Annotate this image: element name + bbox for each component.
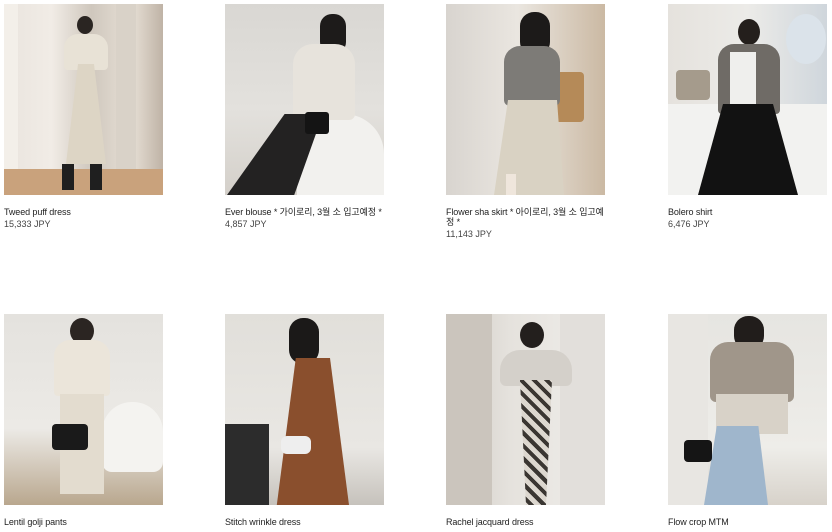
product-name[interactable]: Tweed puff dress	[4, 207, 164, 217]
product-image[interactable]	[225, 314, 384, 505]
product-name[interactable]: Ever blouse * 가이로리, 3월 소 입고예정 *	[225, 207, 385, 217]
product-image[interactable]	[668, 4, 827, 195]
product-price: 6,476 JPY	[668, 219, 710, 229]
product-name[interactable]: Rachel jacquard dress	[446, 517, 606, 527]
product-image[interactable]	[446, 314, 605, 505]
product-name[interactable]: Bolero shirt	[668, 207, 828, 217]
product-card[interactable]: Stitch wrinkle dress	[225, 314, 385, 529]
product-image[interactable]	[225, 4, 384, 195]
product-card[interactable]: Tweed puff dress 15,333 JPY	[4, 4, 164, 230]
product-price: 11,143 JPY	[446, 229, 492, 239]
product-image[interactable]	[4, 4, 163, 195]
product-image[interactable]	[4, 314, 163, 505]
product-card[interactable]: Ever blouse * 가이로리, 3월 소 입고예정 * 4,857 JP…	[225, 4, 385, 230]
product-name[interactable]: Flower sha skirt * 아이로리, 3월 소 입고예정 *	[446, 207, 606, 227]
product-card[interactable]: Flower sha skirt * 아이로리, 3월 소 입고예정 * 11,…	[446, 4, 606, 240]
product-image[interactable]	[446, 4, 605, 195]
product-name[interactable]: Stitch wrinkle dress	[225, 517, 385, 527]
product-card[interactable]: Bolero shirt 6,476 JPY	[668, 4, 828, 230]
product-card[interactable]: Flow crop MTM	[668, 314, 828, 529]
product-card[interactable]: Lentil golji pants	[4, 314, 164, 529]
product-name[interactable]: Lentil golji pants	[4, 517, 164, 527]
product-price: 4,857 JPY	[225, 219, 267, 229]
product-image[interactable]	[668, 314, 827, 505]
product-price: 15,333 JPY	[4, 219, 51, 229]
product-card[interactable]: Rachel jacquard dress	[446, 314, 606, 529]
product-grid: Tweed puff dress 15,333 JPY Ever blouse …	[0, 0, 832, 532]
product-name[interactable]: Flow crop MTM	[668, 517, 828, 527]
